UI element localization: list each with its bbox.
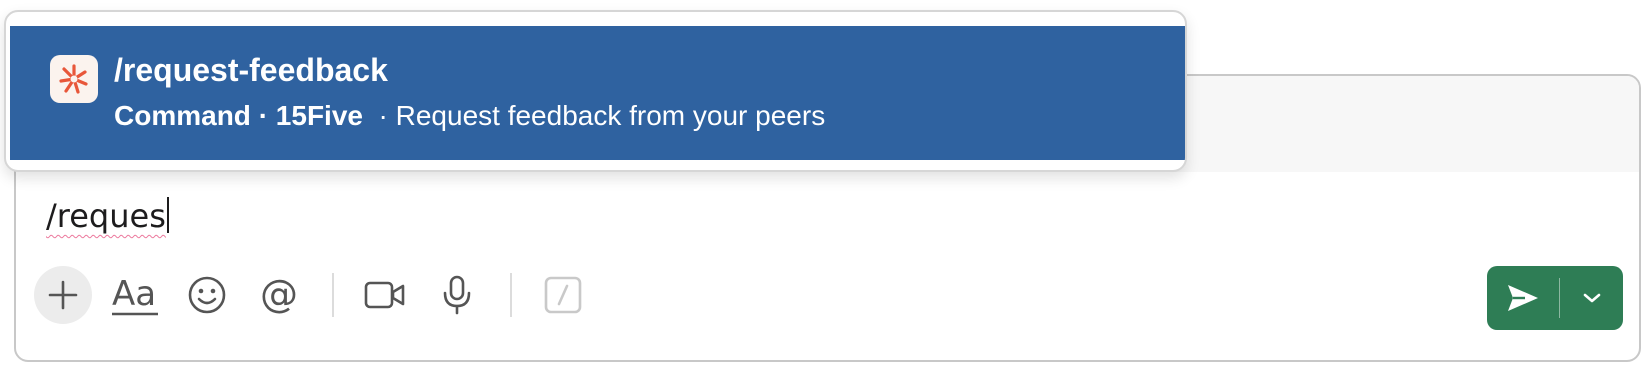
command-name: /request-feedback bbox=[114, 52, 388, 88]
composer-toolbar: Aa @ bbox=[34, 266, 606, 324]
send-options-button[interactable] bbox=[1560, 266, 1623, 330]
slash-command-icon bbox=[544, 276, 582, 314]
plus-icon bbox=[48, 280, 78, 310]
send-button-group bbox=[1487, 266, 1623, 330]
emoji-icon bbox=[188, 276, 226, 314]
meta-separator: · bbox=[378, 100, 388, 131]
mention-label: @ bbox=[260, 274, 298, 316]
video-icon bbox=[364, 281, 405, 309]
app-icon-15five bbox=[50, 55, 98, 103]
mention-button[interactable]: @ bbox=[250, 266, 308, 324]
emoji-button[interactable] bbox=[178, 266, 236, 324]
chevron-down-icon bbox=[1583, 293, 1600, 303]
slash-command-autocomplete: /request-feedback Command · 15Five · Req… bbox=[4, 10, 1187, 172]
audio-clip-button[interactable] bbox=[428, 266, 486, 324]
microphone-icon bbox=[443, 275, 471, 315]
command-suggestion-item[interactable]: /request-feedback Command · 15Five · Req… bbox=[10, 26, 1185, 160]
message-input[interactable]: /reques bbox=[46, 196, 169, 236]
send-button[interactable] bbox=[1487, 266, 1559, 330]
command-description: Request feedback from your peers bbox=[395, 100, 826, 131]
mention-icon: @ bbox=[260, 274, 298, 316]
command-meta: Command · 15Five · Request feedback from… bbox=[114, 98, 825, 134]
attach-plus-button[interactable] bbox=[34, 266, 92, 324]
slash-command-button[interactable] bbox=[534, 266, 592, 324]
text-format-label: Aa bbox=[112, 274, 156, 314]
command-type: Command bbox=[114, 100, 251, 131]
video-clip-button[interactable] bbox=[356, 266, 414, 324]
15five-app-icon bbox=[59, 64, 88, 94]
meta-separator: · bbox=[258, 100, 269, 131]
text-format-icon: Aa bbox=[112, 274, 158, 316]
toolbar-divider bbox=[332, 273, 334, 317]
toolbar-divider bbox=[510, 273, 512, 317]
send-icon bbox=[1508, 285, 1538, 311]
message-composer-area: /reques Aa @ /request-feedback Command ·… bbox=[0, 0, 1650, 370]
command-app-name: 15Five bbox=[275, 100, 363, 131]
text-caret bbox=[166, 197, 169, 233]
message-input-text: /reques bbox=[46, 197, 166, 235]
text-format-button[interactable]: Aa bbox=[106, 266, 164, 324]
